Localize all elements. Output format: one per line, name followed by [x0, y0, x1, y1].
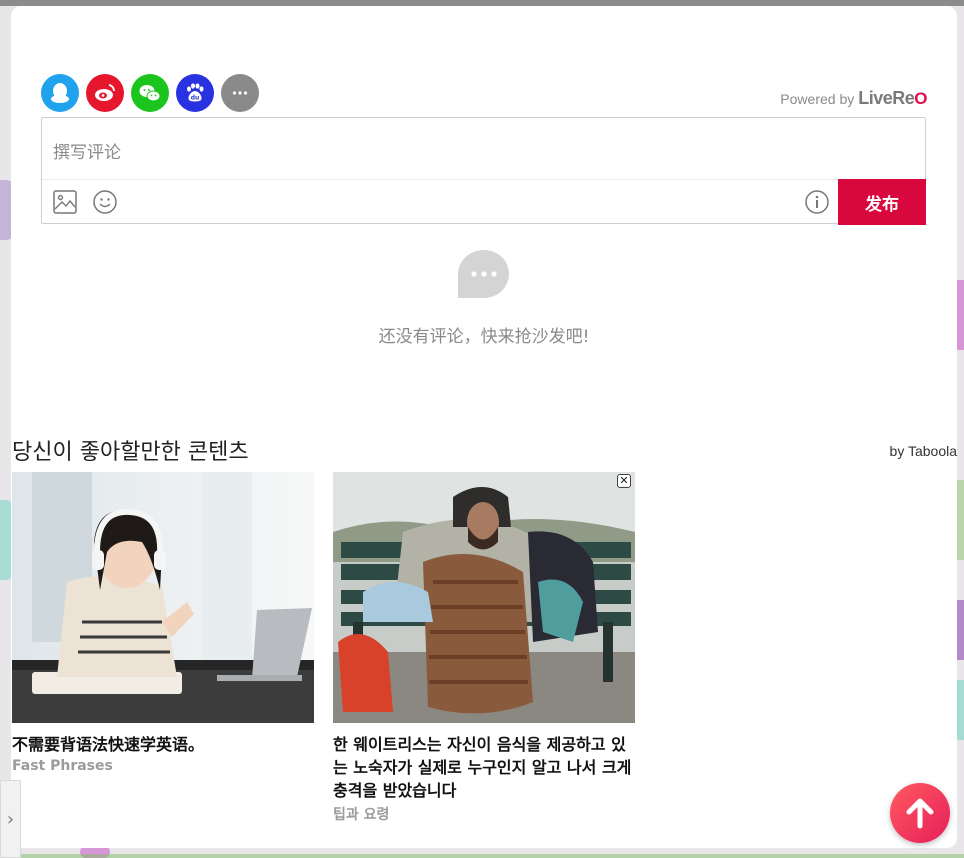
- livere-brand: LiveRe: [858, 88, 915, 108]
- more-icon: [232, 91, 248, 95]
- comment-input[interactable]: 撰写评论: [42, 118, 925, 180]
- card-source: 팁과 요령: [333, 807, 390, 823]
- wechat-login-button[interactable]: [131, 74, 169, 112]
- arrow-up-icon: [906, 798, 934, 829]
- card-title: 不需要背语法快速学英语。: [12, 735, 205, 754]
- livere-logo-icon: O: [914, 89, 927, 108]
- weibo-login-button[interactable]: [86, 74, 124, 112]
- empty-comments-message: 还没有评论，快来抢沙发吧!: [378, 327, 590, 347]
- side-panel-toggle[interactable]: ›: [0, 780, 21, 858]
- svg-text:du: du: [191, 95, 200, 102]
- info-icon[interactable]: [804, 189, 830, 215]
- social-login-row: du: [41, 74, 259, 112]
- more-login-button[interactable]: [221, 74, 259, 112]
- card-source: Fast Phrases: [12, 758, 113, 774]
- background-decoration: [0, 854, 964, 858]
- ad-close-button[interactable]: ✕: [617, 474, 631, 488]
- taboola-attribution[interactable]: by Taboola: [890, 443, 957, 459]
- editor-toolbar: 发布: [42, 179, 926, 225]
- recommendations-title: 당신이 좋아할만한 콘텐츠: [12, 440, 249, 465]
- baidu-login-button[interactable]: du: [176, 74, 214, 112]
- card-thumbnail: ✕: [333, 472, 635, 723]
- card-thumbnail: [12, 472, 314, 723]
- livere-logo: LiveReO: [858, 88, 927, 109]
- chevron-right-icon: ›: [6, 808, 15, 830]
- card-title: 한 웨이트리스는 자신이 음식을 제공하고 있는 노숙자가 실제로 누구인지 알…: [333, 735, 632, 800]
- scroll-to-top-button[interactable]: [890, 783, 950, 843]
- comment-editor: 撰写评论 发布: [41, 117, 926, 225]
- emoji-icon[interactable]: [92, 189, 118, 215]
- baidu-icon: du: [187, 83, 204, 102]
- powered-by[interactable]: Powered by LiveReO: [780, 88, 927, 109]
- qq-icon: [51, 83, 69, 103]
- publish-button[interactable]: 发布: [838, 179, 926, 225]
- image-upload-icon[interactable]: [52, 189, 78, 215]
- recommendation-card[interactable]: ✕ 한 웨이트리스는 자신이 음식을 제공하고 있는 노숙자가 실제로 누구인지…: [333, 472, 635, 824]
- comment-panel: du Powered by LiveReO 撰写评论 发布 还没有评论，快来抢沙…: [11, 6, 957, 848]
- chat-bubble-icon: [458, 250, 509, 298]
- qq-login-button[interactable]: [41, 74, 79, 112]
- wechat-icon: [139, 85, 161, 102]
- weibo-icon: [95, 84, 115, 101]
- recommendation-card[interactable]: 不需要背语法快速学英语。 Fast Phrases: [12, 472, 314, 774]
- powered-by-prefix: Powered by: [780, 91, 855, 107]
